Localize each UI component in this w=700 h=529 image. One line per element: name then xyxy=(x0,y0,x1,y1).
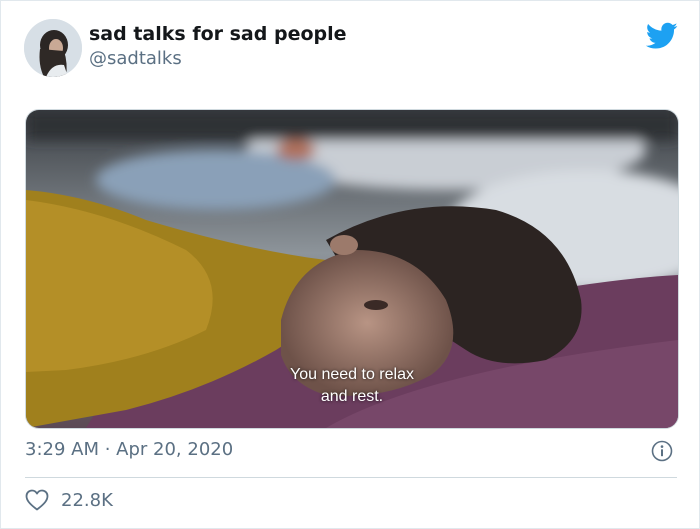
tweet-card: sad talks for sad people @sadtalks You n… xyxy=(0,0,700,529)
username-handle[interactable]: @sadtalks xyxy=(89,48,182,69)
divider xyxy=(25,477,677,478)
tweet-media-image[interactable]: You need to relax and rest. xyxy=(25,109,679,429)
like-count: 22.8K xyxy=(61,489,113,511)
subtitle-line-1: You need to relax xyxy=(290,366,414,383)
tweet-timestamp[interactable]: 3:29 AM · Apr 20, 2020 xyxy=(25,439,233,460)
info-icon[interactable] xyxy=(651,440,673,462)
avatar[interactable] xyxy=(24,19,82,77)
twitter-bird-icon[interactable] xyxy=(645,22,678,50)
like-action[interactable]: 22.8K xyxy=(25,489,113,511)
subtitle-line-2: and rest. xyxy=(320,388,384,405)
video-subtitle: You need to relax and rest. xyxy=(26,364,678,408)
heart-icon[interactable] xyxy=(25,489,49,511)
display-name[interactable]: sad talks for sad people xyxy=(89,23,347,45)
